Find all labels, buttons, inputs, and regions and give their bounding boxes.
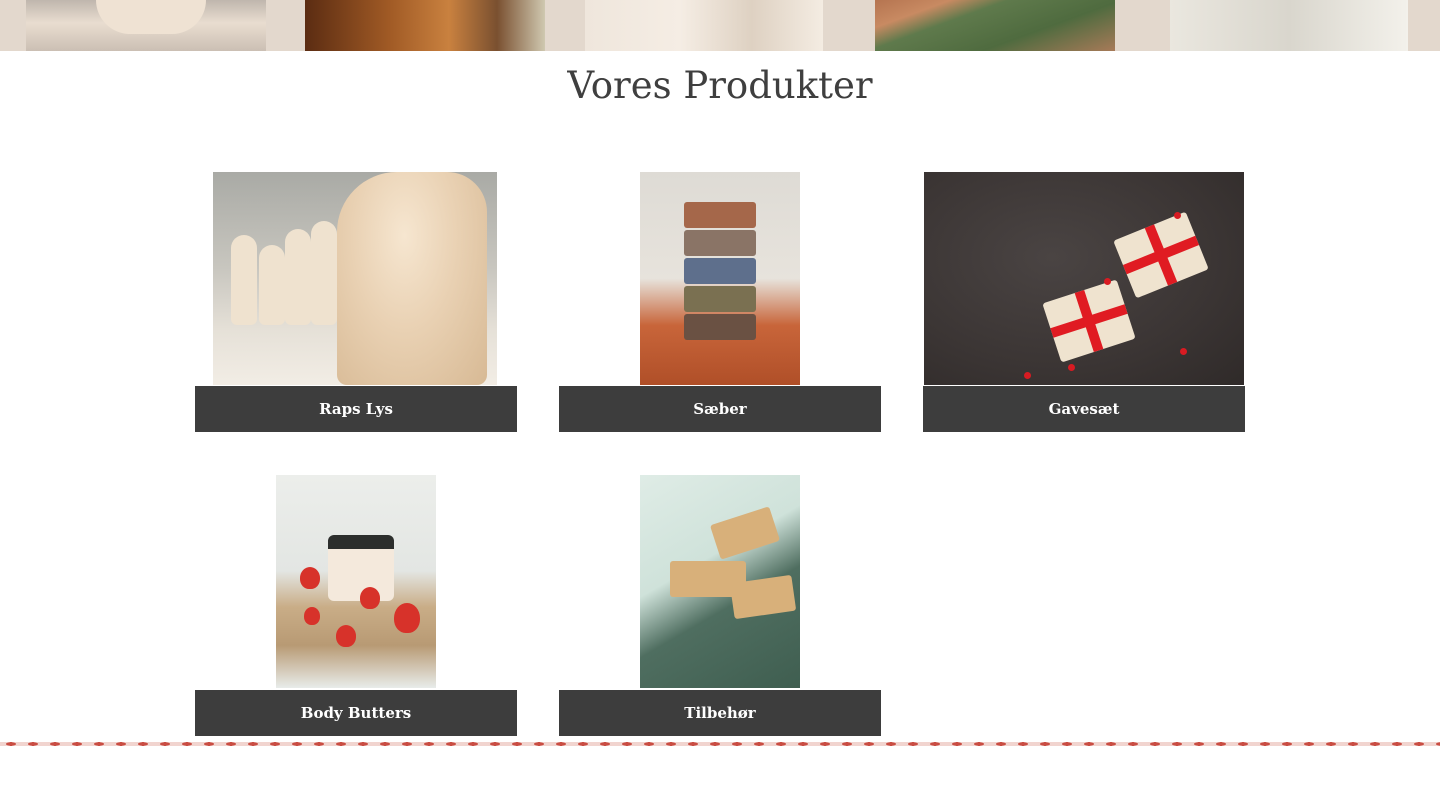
candles-photo[interactable]	[213, 172, 497, 385]
product-label-tilbehor[interactable]: Tilbehør	[559, 690, 881, 736]
product-label-saeber[interactable]: Sæber	[559, 386, 881, 432]
banner-candle-image	[26, 0, 266, 51]
product-label-gavesaet[interactable]: Gavesæt	[923, 386, 1245, 432]
banner-soap-image	[305, 0, 545, 51]
top-image-banner	[0, 0, 1440, 51]
product-label-raps-lys[interactable]: Raps Lys	[195, 386, 517, 432]
page-title: Vores Produkter	[567, 64, 873, 107]
banner-sculpture-candles-image	[585, 0, 823, 51]
product-label-body-butters[interactable]: Body Butters	[195, 690, 517, 736]
body-butter-jar-photo[interactable]	[276, 475, 436, 688]
product-card-tilbehor[interactable]: Tilbehør	[559, 475, 881, 736]
product-card-saeber[interactable]: Sæber	[559, 172, 881, 433]
product-card-gavesaet[interactable]: Gavesæt	[923, 172, 1245, 433]
decorative-border	[0, 738, 1440, 750]
banner-vase-image	[1170, 0, 1408, 51]
gift-boxes-photo[interactable]	[924, 172, 1244, 385]
product-card-raps-lys[interactable]: Raps Lys	[195, 172, 517, 433]
soap-dish-photo[interactable]	[640, 475, 800, 688]
soap-stack-photo[interactable]	[640, 172, 800, 385]
product-card-body-butters[interactable]: Body Butters	[195, 475, 517, 736]
banner-green-soap-image	[875, 0, 1115, 51]
